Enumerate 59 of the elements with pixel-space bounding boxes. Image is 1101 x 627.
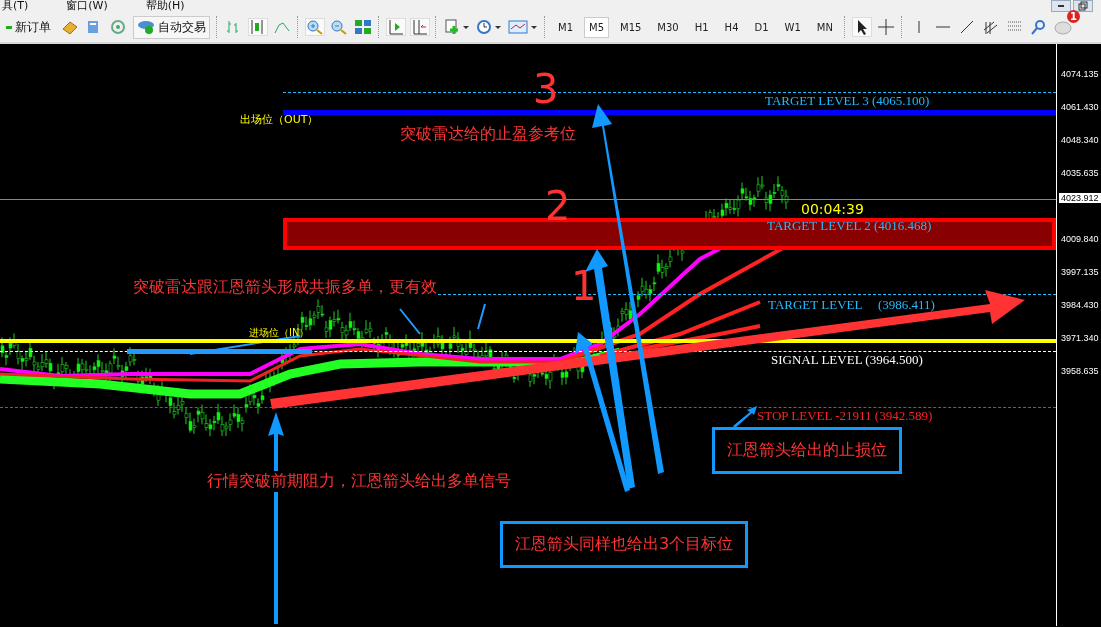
zoom-in-icon[interactable] [306, 19, 324, 35]
annotation-text: 突破雷达跟江恩箭头形成共振多单，更有效 [133, 277, 437, 298]
clock-icon[interactable] [476, 19, 502, 35]
price-tick: 4074.135 [1061, 69, 1099, 79]
level-label: TARGET LEVEL 3 (4065.100) [765, 93, 930, 109]
chart-shift-icon[interactable] [387, 19, 405, 35]
timeframe-button[interactable]: M5 [584, 16, 609, 38]
annotation-text: 突破雷达给的止盈参考位 [400, 124, 576, 145]
annotation-text: 江恩箭头给出的止损位 [712, 427, 902, 474]
annotation-text: 1 [571, 266, 597, 306]
menu-item[interactable]: 帮助(H) [145, 0, 185, 12]
level-label: TARGET LEVEL 2 (4016.468) [767, 218, 932, 234]
price-tick: 3971.340 [1061, 333, 1099, 343]
price-tick: 3997.135 [1061, 267, 1099, 277]
timeframe-button[interactable]: M30 [652, 16, 684, 38]
timeframe-button[interactable]: M1 [553, 16, 578, 38]
level-label: STOP LEVEL -21911 (3942.589) [757, 408, 933, 424]
timeframe-button[interactable]: H4 [719, 16, 744, 38]
timeframe-button[interactable]: M15 [615, 16, 647, 38]
cursor-icon[interactable] [852, 18, 871, 36]
price-tick: 4048.340 [1061, 135, 1099, 145]
level-label: SIGNAL LEVEL (3964.500) [771, 352, 923, 368]
zoom-out-icon[interactable] [330, 19, 348, 35]
auto-trading-icon [137, 19, 155, 35]
menu-item[interactable]: 具(T) [2, 0, 29, 12]
exit-label: 出场位（OUT） [240, 112, 319, 127]
restore-icon [1078, 1, 1088, 11]
crosshair-icon[interactable] [876, 18, 895, 36]
price-tick: 3958.635 [1061, 366, 1099, 376]
level-label: TARGET LEVEL [768, 297, 863, 313]
minimize-icon [1058, 5, 1064, 7]
price-tick: 3984.430 [1061, 300, 1099, 310]
timeframe-button[interactable]: W1 [779, 16, 806, 38]
tile-windows-icon[interactable] [354, 19, 372, 35]
level-label: (3986.411) [878, 297, 935, 313]
notification-badge: 1 [1066, 10, 1080, 23]
add-indicator-icon[interactable] [444, 19, 470, 35]
annotation-text: 江恩箭头同样也给出3个目标位 [500, 521, 749, 568]
price-tick: 4009.840 [1061, 234, 1099, 244]
timeframe-button[interactable]: H1 [689, 16, 714, 38]
current-price: 4023.912 [1059, 193, 1101, 203]
minimize-button[interactable] [1051, 0, 1071, 12]
chat-bubble-icon[interactable] [1053, 18, 1072, 36]
price-tick: 4061.430 [1061, 102, 1099, 112]
annotation-text: 行情突破前期阻力，江恩箭头给出多单信号 [207, 471, 511, 492]
menu-item[interactable]: 窗口(W) [66, 0, 108, 12]
entry-label: 进场位（IN） [249, 326, 310, 340]
timeframe-button[interactable]: MN [811, 16, 838, 38]
countdown-timer: 00:04:39 [801, 201, 864, 217]
restore-button[interactable] [1073, 0, 1093, 12]
annotation-text: 2 [545, 186, 571, 226]
search-icon[interactable] [1029, 18, 1048, 36]
template-icon[interactable] [508, 19, 538, 35]
autoscroll-icon[interactable] [411, 19, 429, 35]
candlestick-icon[interactable] [249, 19, 267, 35]
new-order-button[interactable]: 新订单 [2, 15, 55, 39]
timeframe-button[interactable]: D1 [749, 16, 774, 38]
price-tick: 4035.635 [1061, 168, 1099, 178]
auto-trading-button[interactable]: 自动交易 [133, 15, 210, 39]
